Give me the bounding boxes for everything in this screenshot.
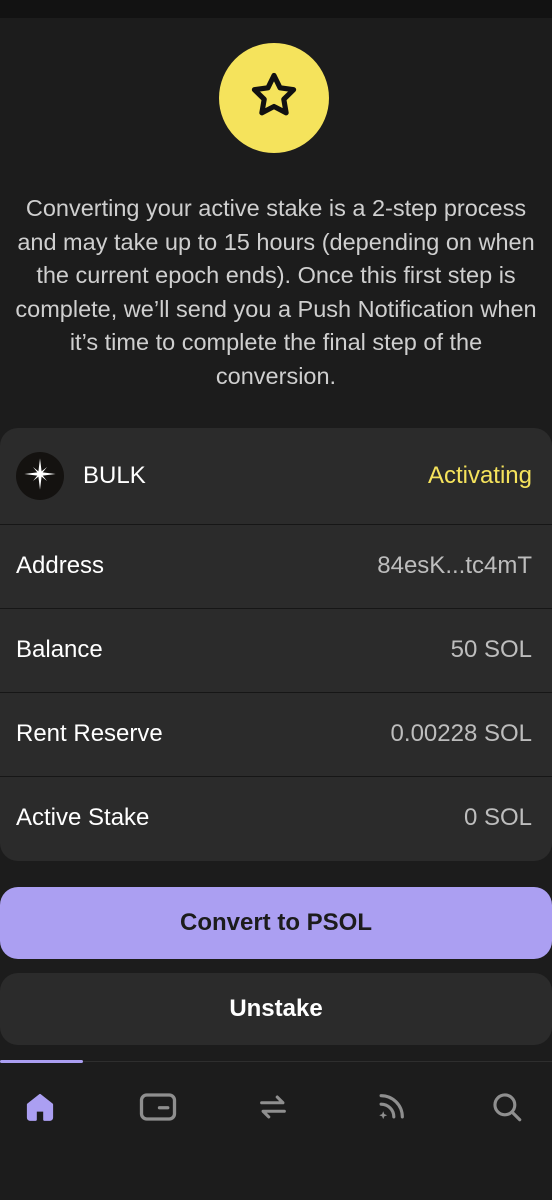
bottom-tab-bar: [0, 1060, 552, 1200]
detail-value: 0.00228 SOL: [390, 720, 532, 747]
unstake-button[interactable]: Unstake: [0, 973, 552, 1045]
detail-row-rent-reserve: Rent Reserve 0.00228 SOL: [0, 692, 552, 776]
tab-home[interactable]: [10, 1086, 70, 1132]
detail-label: Address: [16, 552, 105, 579]
convert-stake-screen: Converting your active stake is a 2-step…: [0, 0, 552, 1200]
detail-row-address: Address 84esK...tc4mT: [0, 524, 552, 608]
conversion-description: Converting your active stake is a 2-step…: [15, 195, 537, 389]
detail-label: Active Stake: [16, 804, 150, 831]
stake-account-card: BULK Activating Address 84esK...tc4mT Ba…: [0, 428, 552, 861]
tab-activity[interactable]: [361, 1086, 421, 1132]
tab-swap[interactable]: [243, 1086, 303, 1132]
activity-feed-icon: [374, 1090, 408, 1129]
convert-to-psol-button[interactable]: Convert to PSOL: [0, 887, 552, 959]
sparkle-star-icon: [23, 457, 57, 496]
detail-label: Balance: [16, 636, 103, 663]
validator-name: BULK: [83, 462, 146, 489]
detail-value: 50 SOL: [450, 636, 532, 663]
tab-search[interactable]: [477, 1086, 537, 1132]
search-icon: [490, 1090, 524, 1129]
status-badge: Activating: [427, 462, 532, 489]
detail-row-active-stake: Active Stake 0 SOL: [0, 776, 552, 860]
detail-row-balance: Balance 50 SOL: [0, 608, 552, 692]
hero-badge: [219, 43, 329, 153]
validator-header[interactable]: BULK Activating: [0, 428, 552, 524]
home-icon: [23, 1090, 57, 1129]
swap-icon: [256, 1090, 290, 1129]
validator-logo: [16, 452, 64, 500]
tab-wallet[interactable]: [128, 1086, 188, 1132]
wallet-card-icon: [138, 1089, 178, 1130]
active-tab-indicator: [0, 1060, 83, 1063]
star-icon: [246, 68, 302, 129]
status-bar-strip: [0, 0, 552, 18]
detail-value: 84esK...tc4mT: [377, 552, 532, 579]
detail-value: 0 SOL: [463, 804, 532, 831]
detail-label: Rent Reserve: [16, 720, 163, 747]
